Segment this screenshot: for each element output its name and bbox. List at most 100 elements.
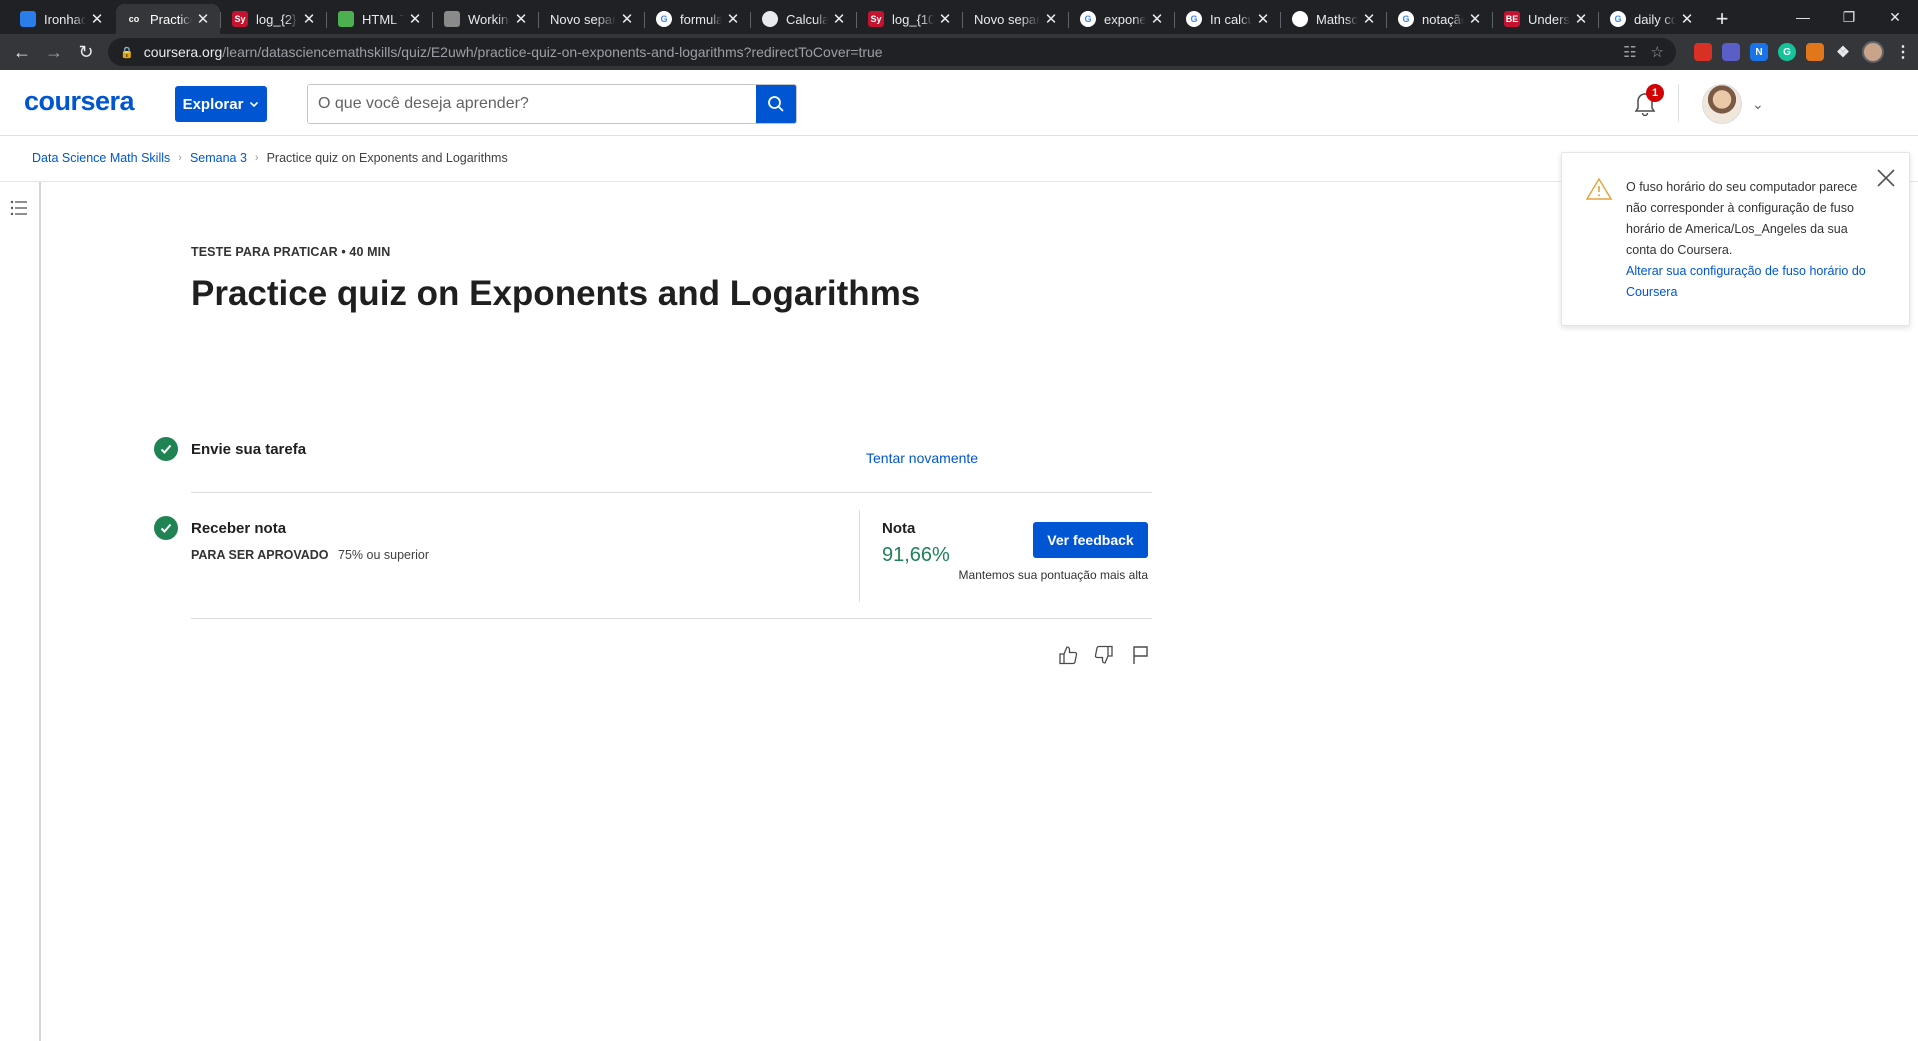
tab-close-icon[interactable]: ✕	[1256, 10, 1270, 28]
puzzle-extensions-icon[interactable]: ❖	[1834, 43, 1852, 61]
side-rail	[0, 182, 41, 1041]
breadcrumb-course[interactable]: Data Science Math Skills	[32, 151, 170, 165]
browser-tab[interactable]: BE Unders ✕	[1492, 4, 1598, 34]
tab-close-icon[interactable]: ✕	[408, 10, 422, 28]
tab-favicon-icon: Sy	[232, 11, 248, 27]
tab-list: Ironhack✕coPractice✕Sylog_{2}(✕HTML T✕Wo…	[10, 4, 1706, 34]
grammarly-icon[interactable]: G	[1778, 43, 1796, 61]
tab-favicon-icon: G	[1080, 11, 1096, 27]
tab-title: daily co	[1634, 11, 1676, 27]
thumbs-down-icon[interactable]	[1093, 644, 1115, 666]
back-icon[interactable]: ←	[6, 38, 38, 66]
restore-icon[interactable]: ❐	[1826, 0, 1872, 34]
tab-favicon-icon: Sy	[868, 11, 884, 27]
tab-title: expone	[1104, 11, 1146, 27]
tab-favicon-icon	[444, 11, 460, 27]
tab-title: Practice	[150, 11, 192, 27]
browser-tab[interactable]: HTML T ✕	[326, 4, 432, 34]
explore-button[interactable]: Explorar	[175, 86, 267, 122]
new-tab-button[interactable]: +	[1706, 4, 1738, 34]
notification-badge: 1	[1646, 84, 1664, 102]
tab-close-icon[interactable]: ✕	[1150, 10, 1164, 28]
forward-icon[interactable]: →	[38, 38, 70, 66]
chevron-down-icon	[250, 101, 259, 108]
tab-close-icon[interactable]: ✕	[1468, 10, 1482, 28]
tab-title: Novo separ	[550, 11, 616, 27]
retry-link[interactable]: Tentar novamente	[866, 450, 978, 466]
browser-tab[interactable]: Gformula ✕	[644, 4, 750, 34]
browser-tab[interactable]: co Practice✕	[116, 4, 220, 34]
tab-close-icon[interactable]: ✕	[726, 10, 740, 28]
omnibox-actions: ☷ ☆	[1623, 43, 1664, 61]
browser-tab[interactable]: Novo separ ✕	[538, 4, 644, 34]
view-feedback-button[interactable]: Ver feedback	[1033, 522, 1148, 558]
bookmark-star-icon[interactable]: ☆	[1651, 43, 1664, 61]
browser-tab[interactable]: Gexpone ✕	[1068, 4, 1174, 34]
tab-close-icon[interactable]: ✕	[1044, 10, 1058, 28]
flag-icon[interactable]	[1129, 644, 1151, 666]
tab-close-icon[interactable]: ✕	[1574, 10, 1588, 28]
browser-tab[interactable]: Novo separ ✕	[962, 4, 1068, 34]
metamask-icon[interactable]	[1806, 43, 1824, 61]
browser-tab[interactable]: Ironhack✕	[10, 4, 114, 34]
user-avatar[interactable]	[1702, 84, 1742, 124]
search-box	[307, 84, 797, 124]
breadcrumb: Data Science Math Skills › Semana 3 › Pr…	[32, 151, 508, 165]
translate-icon[interactable]: ☷	[1623, 43, 1636, 61]
tab-title: Mathsc	[1316, 11, 1358, 27]
search-input[interactable]	[308, 85, 756, 123]
tab-title: In calcu	[1210, 11, 1252, 27]
explore-label: Explorar	[182, 95, 244, 113]
tab-title: Ironhack	[44, 11, 86, 27]
browser-tab-strip: Ironhack✕coPractice✕Sylog_{2}(✕HTML T✕Wo…	[0, 0, 1918, 34]
address-bar[interactable]: 🔒 coursera.org /learn/datasciencemathski…	[108, 38, 1676, 66]
tab-close-icon[interactable]: ✕	[938, 10, 952, 28]
extension-icon-purple[interactable]	[1722, 43, 1740, 61]
reload-icon[interactable]: ↻	[70, 38, 102, 66]
timezone-notice-text: O fuso horário do seu computador parece …	[1626, 180, 1858, 257]
tab-close-icon[interactable]: ✕	[620, 10, 634, 28]
browser-tab[interactable]: Calcular✕	[750, 4, 856, 34]
browser-profile-avatar[interactable]	[1862, 41, 1884, 63]
browser-tab[interactable]: Working✕	[432, 4, 538, 34]
breadcrumb-current: Practice quiz on Exponents and Logarithm…	[266, 151, 508, 165]
step-submit-label: Envie sua tarefa	[191, 441, 307, 458]
browser-tab[interactable]: Sy log_{2}(✕	[220, 4, 326, 34]
tab-close-icon[interactable]: ✕	[90, 10, 104, 28]
content-feedback-actions	[1057, 644, 1151, 666]
check-icon	[154, 437, 178, 461]
tab-close-icon[interactable]: ✕	[196, 10, 210, 28]
tab-close-icon[interactable]: ✕	[1362, 10, 1376, 28]
browser-menu-icon[interactable]: ⋮	[1894, 43, 1912, 61]
account-chevron-down-icon[interactable]: ⌄	[1752, 96, 1764, 113]
tab-close-icon[interactable]: ✕	[1680, 10, 1694, 28]
tab-favicon-icon: G	[1610, 11, 1626, 27]
browser-tab[interactable]: Mathsc ✕	[1280, 4, 1386, 34]
browser-tab[interactable]: Gdaily co ✕	[1598, 4, 1704, 34]
close-icon[interactable]	[1875, 167, 1897, 189]
tab-title: log_{2}(	[256, 11, 298, 27]
warning-icon	[1586, 177, 1612, 200]
search-button[interactable]	[756, 85, 796, 123]
extension-icon-red[interactable]	[1694, 43, 1712, 61]
tab-close-icon[interactable]: ✕	[514, 10, 528, 28]
url-path: /learn/datasciencemathskills/quiz/E2uwh/…	[222, 44, 883, 60]
close-window-icon[interactable]: ✕	[1872, 0, 1918, 34]
tab-close-icon[interactable]: ✕	[832, 10, 846, 28]
tab-favicon-icon	[20, 11, 36, 27]
browser-tab[interactable]: G In calcu ✕	[1174, 4, 1280, 34]
pass-label: PARA SER APROVADO	[191, 548, 329, 562]
table-of-contents-icon[interactable]	[9, 198, 29, 218]
coursera-logo[interactable]: coursera	[24, 86, 135, 117]
extension-icon-new[interactable]: N	[1750, 43, 1768, 61]
minimize-icon[interactable]: —	[1780, 0, 1826, 34]
browser-tab[interactable]: Sy log_{10 ✕	[856, 4, 962, 34]
thumbs-up-icon[interactable]	[1057, 644, 1079, 666]
grade-label: Nota	[882, 520, 916, 537]
browser-tab[interactable]: Gnotação ✕	[1386, 4, 1492, 34]
tab-close-icon[interactable]: ✕	[302, 10, 316, 28]
breadcrumb-week[interactable]: Semana 3	[190, 151, 247, 165]
tab-favicon-icon	[338, 11, 354, 27]
timezone-settings-link[interactable]: Alterar sua configuração de fuso horário…	[1626, 261, 1876, 303]
notifications-button[interactable]: 1	[1630, 84, 1664, 118]
